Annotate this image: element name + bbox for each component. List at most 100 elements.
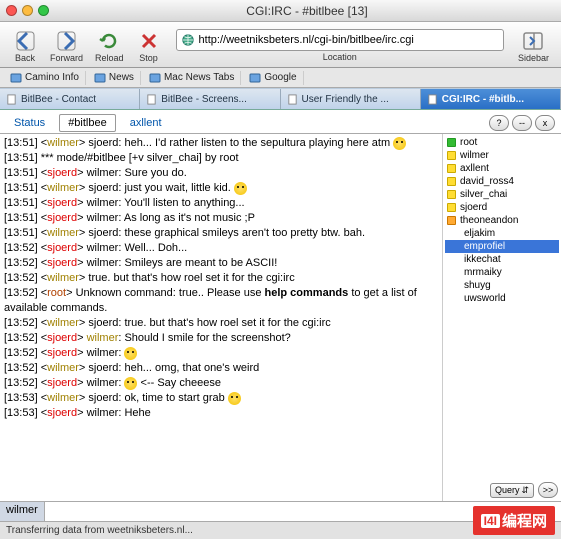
location-bar: http://weetniksbeters.nl/cgi-bin/bitlbee… xyxy=(176,29,504,62)
irc-subtab[interactable]: axllent xyxy=(122,115,170,131)
chat-line: [13:51] <sjoerd> wilmer: You'll listen t… xyxy=(4,196,438,211)
bookmark-icon xyxy=(10,72,22,84)
user-action-select[interactable]: Query ⇵ xyxy=(490,483,534,498)
browser-tabs: BitlBee - Contact BitlBee - Screens... Use… xyxy=(0,88,561,110)
tab-label: CGI:IRC - #bitlb... xyxy=(442,94,524,105)
user-name: shuyg xyxy=(464,280,491,291)
window-titlebar: CGI:IRC - #bitlbee [13] xyxy=(0,0,561,22)
back-button[interactable]: Back xyxy=(8,29,42,63)
window-title: CGI:IRC - #bitlbee [13] xyxy=(59,4,555,18)
chat-log: [13:51] <wilmer> sjoerd: heh... I'd rath… xyxy=(0,134,443,501)
url-text: http://weetniksbeters.nl/cgi-bin/bitlbee… xyxy=(199,34,414,46)
user-status-icon xyxy=(447,203,456,212)
user-name: mrmaiky xyxy=(464,267,502,278)
chat-line: [13:52] <sjoerd> wilmer: Smileys are mea… xyxy=(4,256,438,271)
tab-label: User Friendly the ... xyxy=(302,94,389,105)
bookmark-label: News xyxy=(109,72,134,83)
user-item[interactable]: ikkechat xyxy=(445,253,559,266)
chat-line: [13:52] <wilmer> true. but that's how ro… xyxy=(4,271,438,286)
user-name: axllent xyxy=(460,163,489,174)
page-icon xyxy=(6,94,17,105)
globe-icon xyxy=(181,33,195,47)
page-icon xyxy=(427,94,438,105)
chat-line: [13:52] <wilmer> sjoerd: heh... omg, tha… xyxy=(4,361,438,376)
tab-label: BitlBee - Contact xyxy=(21,94,96,105)
stop-button[interactable]: Stop xyxy=(132,29,166,63)
bookmark-icon xyxy=(94,72,106,84)
user-name: sjoerd xyxy=(460,202,487,213)
user-status-icon xyxy=(447,177,456,186)
smiley-icon xyxy=(234,182,247,195)
user-name: root xyxy=(460,137,477,148)
sidebar-button[interactable]: Sidebar xyxy=(514,29,553,63)
toolbar-pill-button[interactable]: ? xyxy=(489,115,509,131)
url-field[interactable]: http://weetniksbeters.nl/cgi-bin/bitlbee… xyxy=(176,29,504,51)
user-name: theoneandon xyxy=(460,215,518,226)
user-action-go[interactable]: >> xyxy=(538,482,558,498)
user-item[interactable]: david_ross4 xyxy=(445,175,559,188)
chat-line: [13:51] <wilmer> sjoerd: these graphical… xyxy=(4,226,438,241)
user-item[interactable]: axllent xyxy=(445,162,559,175)
user-item[interactable]: eljakim xyxy=(445,227,559,240)
page-icon xyxy=(146,94,157,105)
smiley-icon xyxy=(393,137,406,150)
browser-tab[interactable]: CGI:IRC - #bitlb... xyxy=(421,89,561,109)
user-item[interactable]: wilmer xyxy=(445,149,559,162)
browser-tab[interactable]: BitlBee - Screens... xyxy=(140,89,280,109)
user-item[interactable]: shuyg xyxy=(445,279,559,292)
bookmark-item[interactable]: Google xyxy=(243,71,303,85)
bookmark-item[interactable]: Mac News Tabs xyxy=(143,71,241,85)
chat-line: [13:51] <sjoerd> wilmer: As long as it's… xyxy=(4,211,438,226)
traffic-lights xyxy=(6,5,49,16)
browser-tab[interactable]: User Friendly the ... xyxy=(281,89,421,109)
zoom-icon[interactable] xyxy=(38,5,49,16)
toolbar-pill-button[interactable]: -- xyxy=(512,115,532,131)
reload-button[interactable]: Reload xyxy=(91,29,128,63)
tab-label: BitlBee - Screens... xyxy=(161,94,247,105)
chat-line: [13:52] <wilmer> sjoerd: true. but that'… xyxy=(4,316,438,331)
browser-tab[interactable]: BitlBee - Contact xyxy=(0,89,140,109)
user-action-row: Query ⇵ >> xyxy=(443,479,561,501)
bookmarks-bar: Camino Info News Mac News Tabs Google xyxy=(0,68,561,88)
forward-label: Forward xyxy=(50,53,83,63)
user-item[interactable]: emprofiel xyxy=(445,240,559,253)
close-icon[interactable] xyxy=(6,5,17,16)
chat-line: [13:51] *** mode/#bitlbee [+v silver_cha… xyxy=(4,151,438,166)
smiley-icon xyxy=(124,347,137,360)
updown-icon: ⇵ xyxy=(521,485,529,496)
browser-toolbar: Back Forward Reload Stop http://weetniks… xyxy=(0,22,561,68)
user-pane: rootwilmeraxllentdavid_ross4silver_chais… xyxy=(443,134,561,501)
bookmark-label: Google xyxy=(264,72,296,83)
user-item[interactable]: sjoerd xyxy=(445,201,559,214)
forward-button[interactable]: Forward xyxy=(46,29,87,63)
location-label: Location xyxy=(323,52,357,62)
chat-line: [13:51] <wilmer> sjoerd: just you wait, … xyxy=(4,181,438,196)
irc-subtabs: Status #bitlbee axllent?--x xyxy=(0,110,561,134)
user-item[interactable]: root xyxy=(445,136,559,149)
user-name: eljakim xyxy=(464,228,495,239)
input-nick: wilmer xyxy=(0,502,45,521)
watermark-text: 编程网 xyxy=(502,510,547,531)
bookmark-label: Mac News Tabs xyxy=(164,72,234,83)
user-status-icon xyxy=(447,164,456,173)
page-icon xyxy=(287,94,298,105)
user-status-icon xyxy=(447,216,456,225)
toolbar-pill-button[interactable]: x xyxy=(535,115,555,131)
user-item[interactable]: silver_chai xyxy=(445,188,559,201)
watermark-logo: I4I xyxy=(481,514,500,528)
user-list: rootwilmeraxllentdavid_ross4silver_chais… xyxy=(443,134,561,479)
user-name: emprofiel xyxy=(464,241,505,252)
chat-line: [13:51] <wilmer> sjoerd: heh... I'd rath… xyxy=(4,136,438,151)
minimize-icon[interactable] xyxy=(22,5,33,16)
user-item[interactable]: theoneandon xyxy=(445,214,559,227)
user-item[interactable]: uwsworld xyxy=(445,292,559,305)
page-content: Status #bitlbee axllent?--x [13:51] <wilme… xyxy=(0,110,561,521)
chat-line: [13:52] <sjoerd> wilmer: <-- Say cheeese xyxy=(4,376,438,391)
irc-subtab[interactable]: #bitlbee xyxy=(59,114,116,132)
irc-subtab[interactable]: Status xyxy=(6,115,53,131)
bookmark-item[interactable]: News xyxy=(88,71,141,85)
user-item[interactable]: mrmaiky xyxy=(445,266,559,279)
chat-pane: [13:51] <wilmer> sjoerd: heh... I'd rath… xyxy=(0,134,561,501)
bookmark-item[interactable]: Camino Info xyxy=(4,71,86,85)
user-status-icon xyxy=(447,138,456,147)
